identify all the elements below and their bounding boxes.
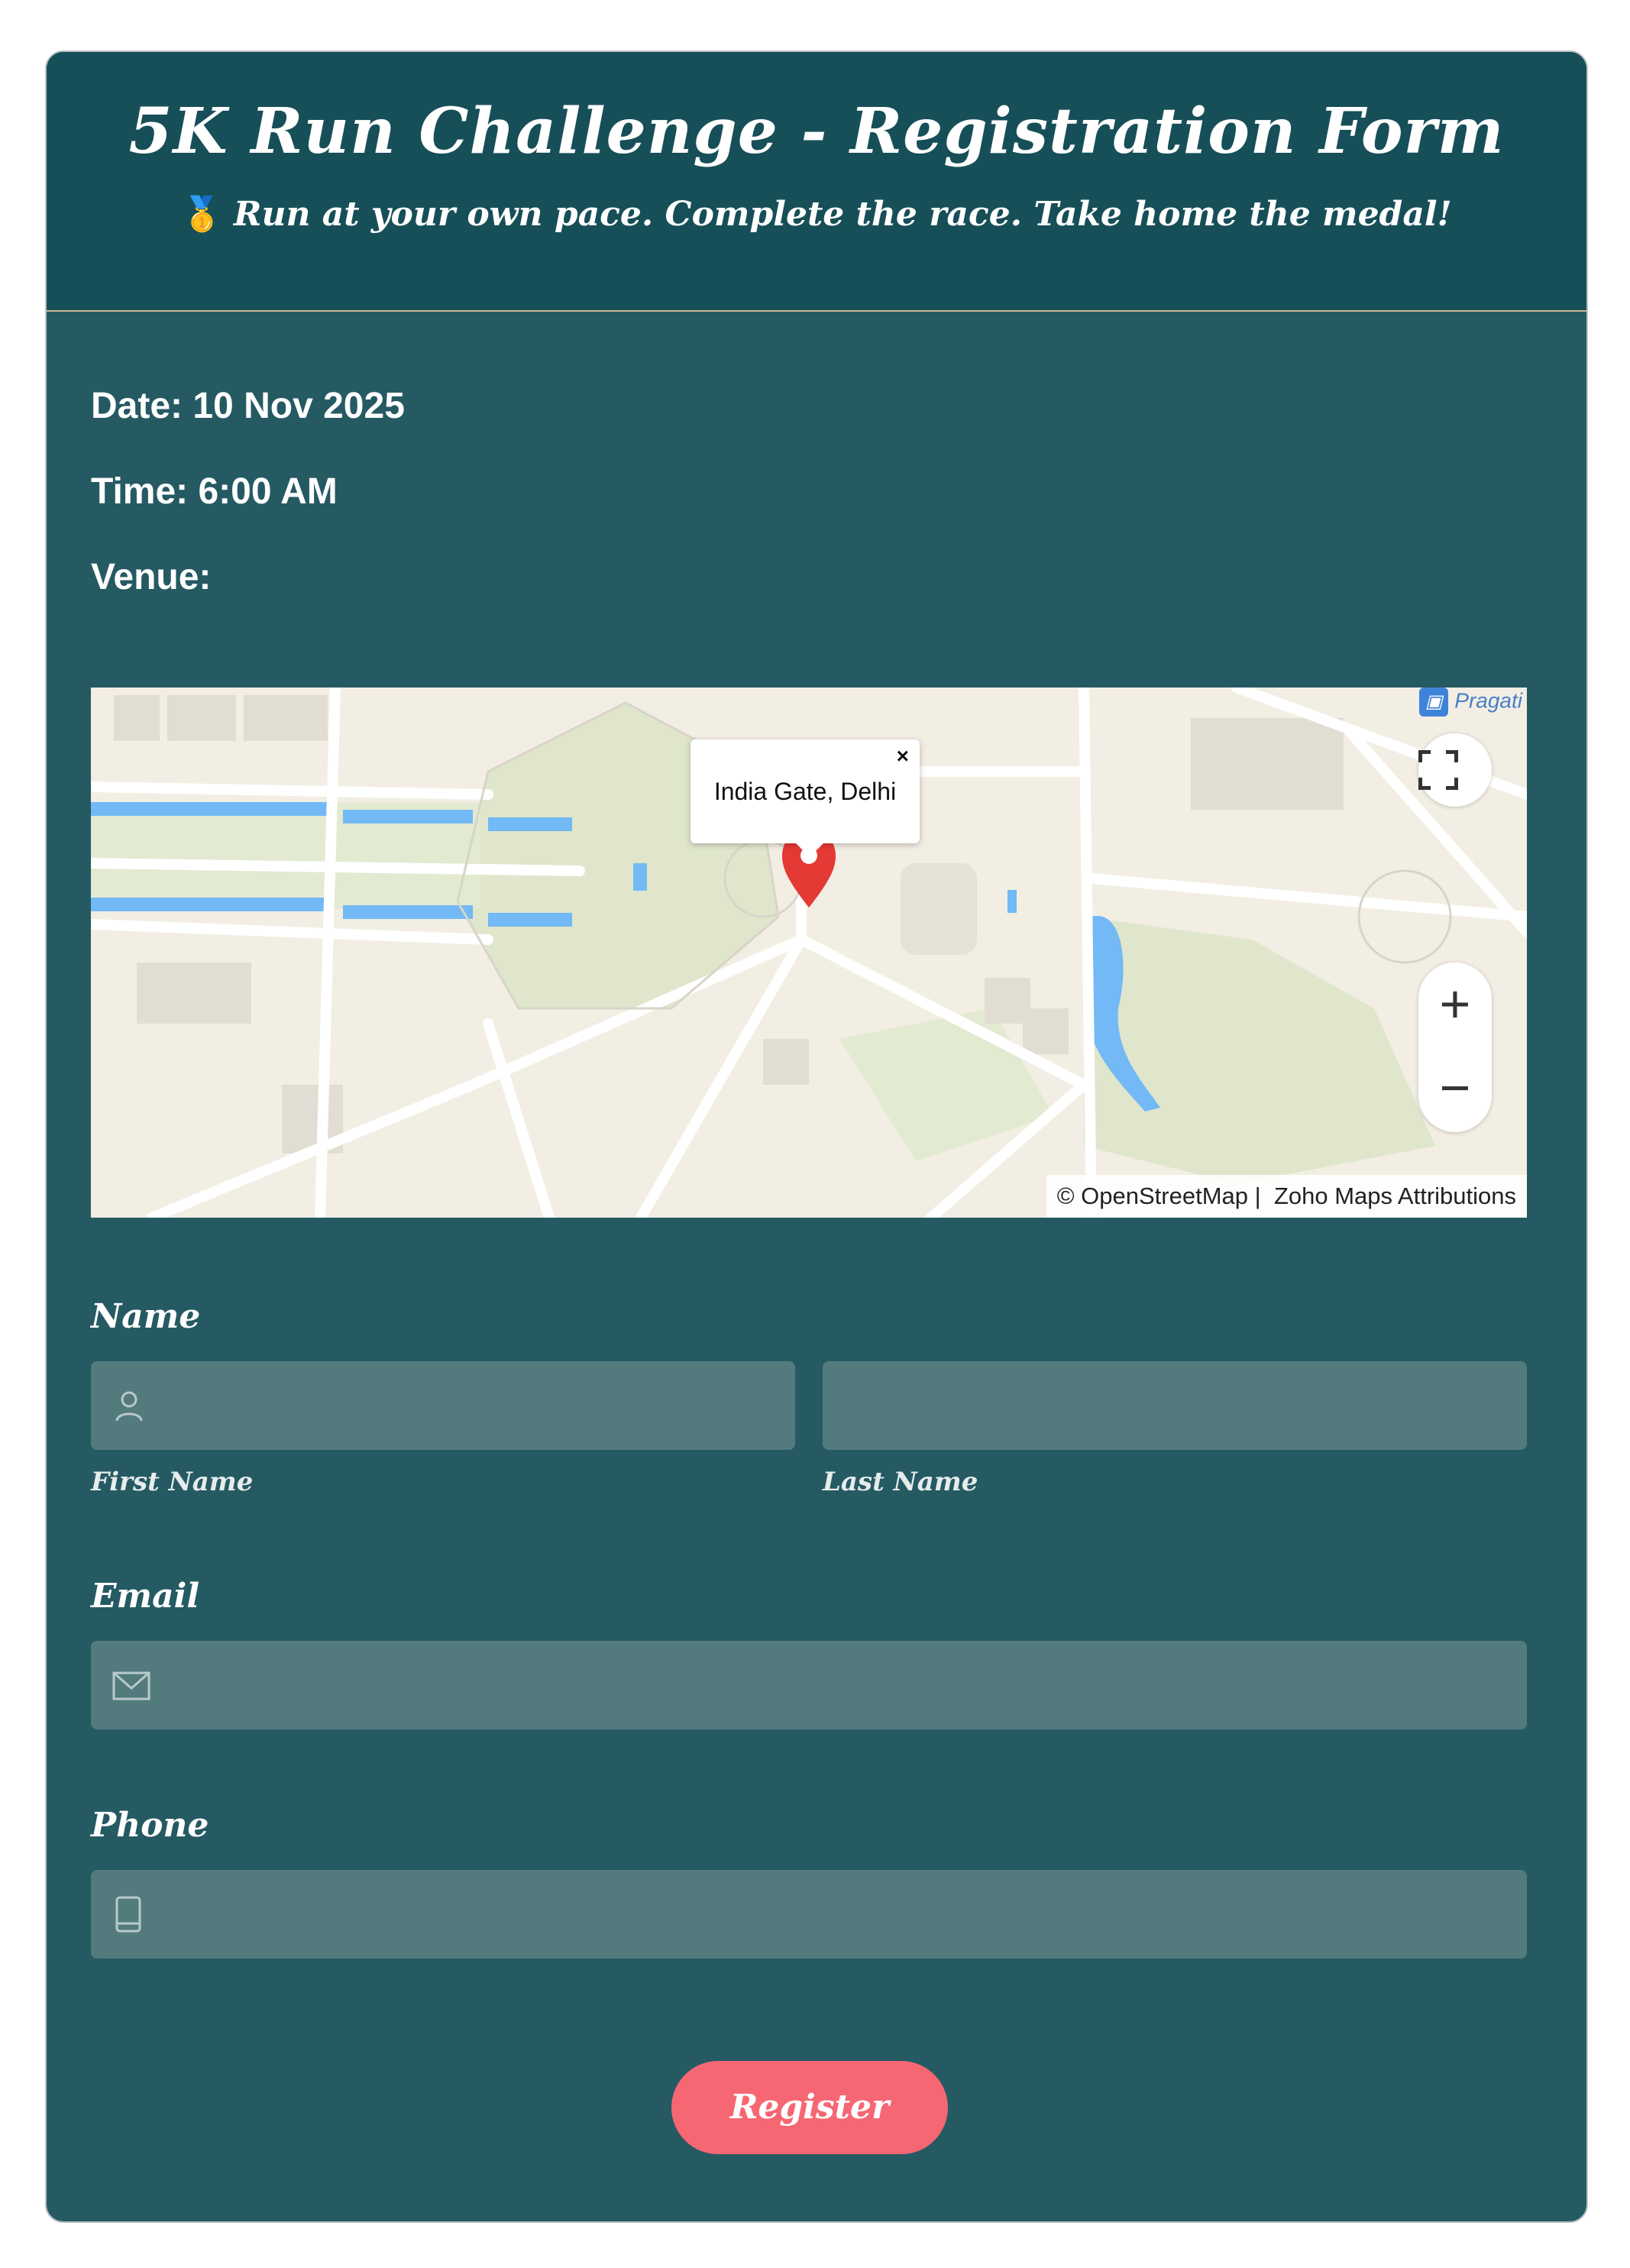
- subtitle-text: Run at your own pace. Complete the race.…: [233, 195, 1452, 234]
- first-name-field[interactable]: [91, 1361, 795, 1451]
- phone-icon: [115, 1896, 141, 1936]
- last-name-sublabel: Last Name: [823, 1467, 978, 1497]
- popup-location-label: India Gate, Delhi: [713, 778, 897, 805]
- last-name-field[interactable]: [823, 1361, 1527, 1451]
- phone-input[interactable]: [160, 1870, 1515, 1960]
- name-label: Name: [91, 1297, 201, 1336]
- envelope-icon: [112, 1671, 150, 1704]
- fullscreen-button[interactable]: [1418, 733, 1492, 807]
- map-popup: × India Gate, Delhi: [690, 739, 920, 857]
- fullscreen-icon: [1418, 750, 1458, 790]
- first-name-sublabel: First Name: [91, 1467, 254, 1497]
- first-name-input[interactable]: [160, 1361, 783, 1451]
- email-input[interactable]: [160, 1641, 1515, 1731]
- medal-icon: 🥇: [181, 195, 223, 234]
- venue-map[interactable]: ▣ Pragati × India Gate, Delhi + − © OpenS…: [91, 688, 1527, 1218]
- phone-label: Phone: [91, 1806, 209, 1845]
- form-title: 5K Run Challenge - Registration Form: [128, 95, 1505, 168]
- email-field[interactable]: [91, 1641, 1527, 1731]
- event-venue: Venue:: [91, 557, 212, 597]
- popup-close-icon[interactable]: ×: [897, 744, 909, 768]
- form-header: 5K Run Challenge - Registration Form 🥇 Ru…: [47, 52, 1586, 312]
- event-time: Time: 6:00 AM: [91, 471, 338, 512]
- map-attribution: © OpenStreetMap | Zoho Maps Attributions: [1046, 1175, 1527, 1218]
- metro-station-icon: ▣: [1419, 688, 1449, 717]
- attribution-separator: |: [1254, 1183, 1261, 1209]
- phone-field[interactable]: [91, 1870, 1527, 1960]
- zoom-in-button[interactable]: +: [1418, 973, 1492, 1034]
- zoom-controls: + −: [1418, 963, 1492, 1132]
- last-name-input[interactable]: [838, 1361, 1515, 1451]
- event-date: Date: 10 Nov 2025: [91, 386, 405, 426]
- email-label: Email: [91, 1577, 200, 1616]
- person-icon: [112, 1389, 146, 1426]
- zoom-out-button[interactable]: −: [1418, 1057, 1492, 1118]
- osm-attribution-link[interactable]: © OpenStreetMap: [1057, 1183, 1248, 1209]
- form-subtitle: 🥇 Run at your own pace. Complete the race…: [47, 194, 1586, 234]
- register-button[interactable]: Register: [671, 2061, 948, 2154]
- zoho-attribution-link[interactable]: Zoho Maps Attributions: [1274, 1183, 1516, 1209]
- registration-form-card: 5K Run Challenge - Registration Form 🥇 Ru…: [45, 50, 1588, 2223]
- metro-station-label: ▣ Pragati: [1419, 688, 1522, 717]
